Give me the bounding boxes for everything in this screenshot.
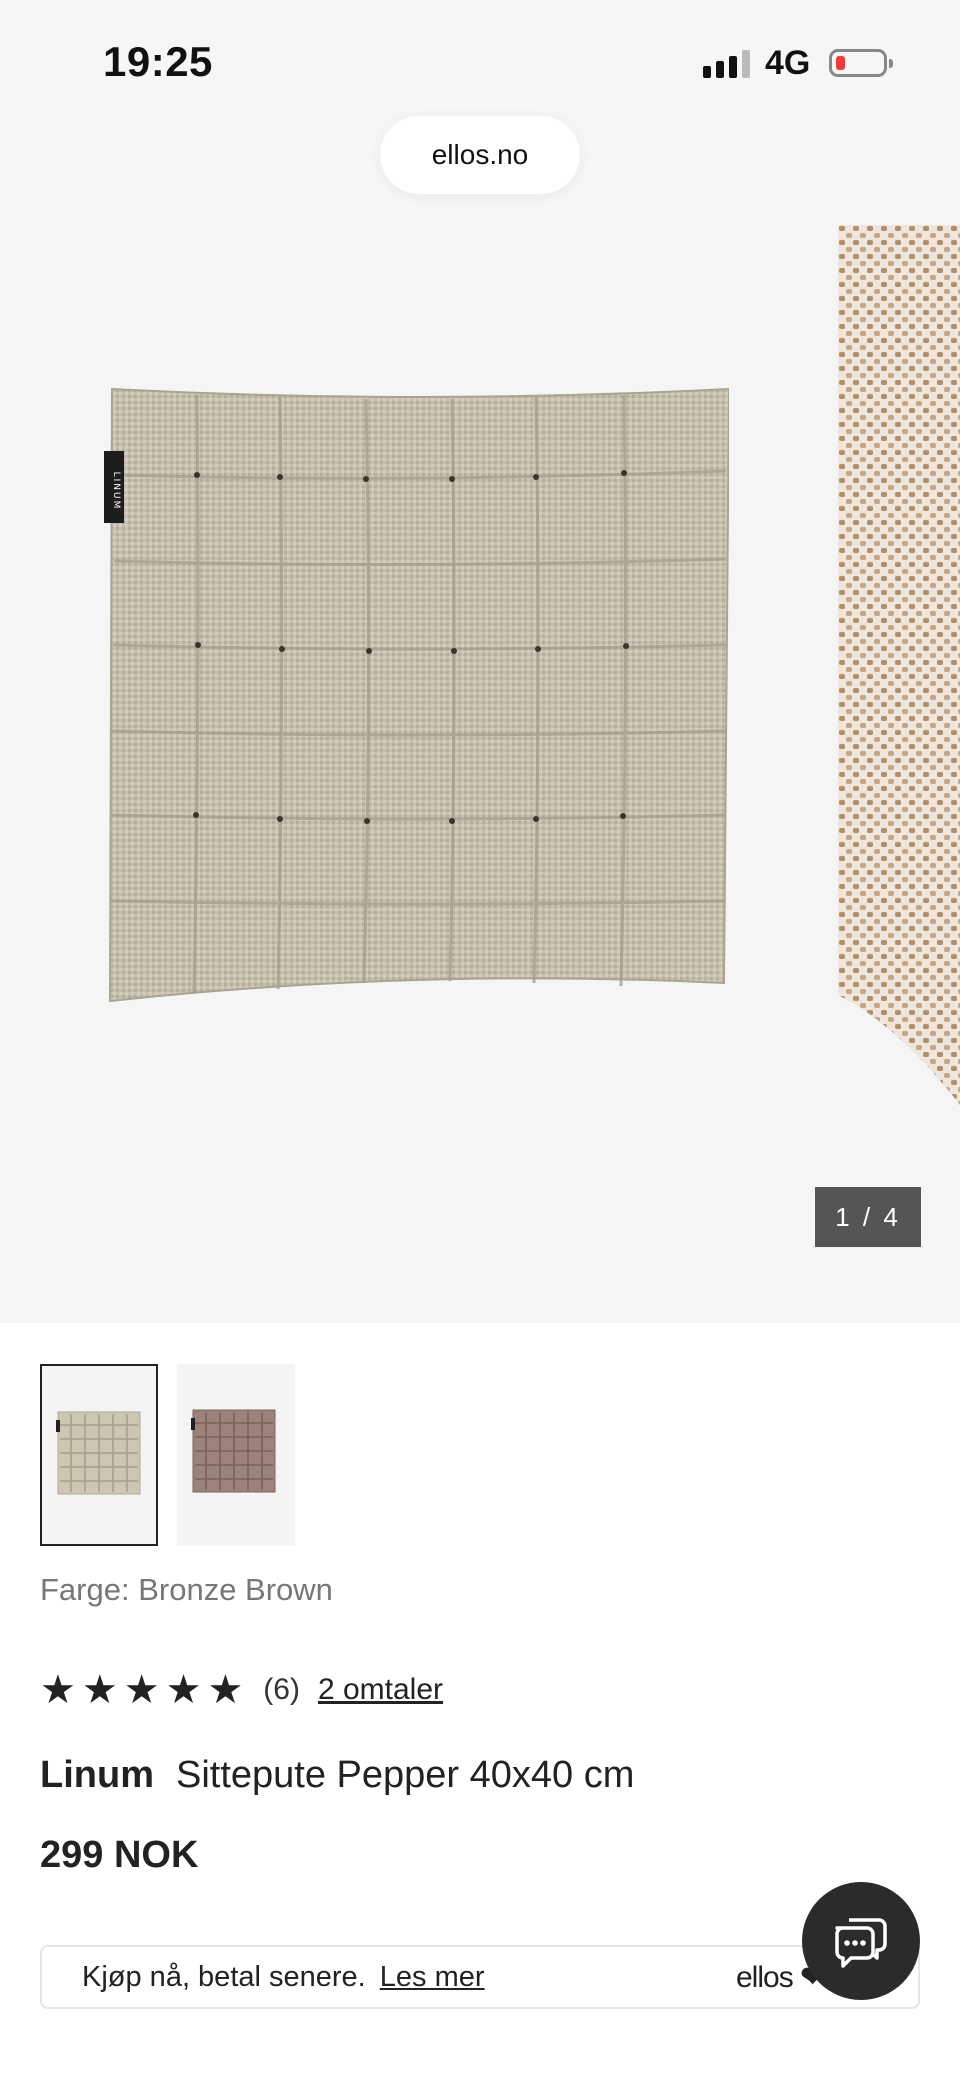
product-title: Linum Sittepute Pepper 40x40 cm [40,1754,634,1797]
battery-icon [829,49,893,77]
star-rating: ★ ★ ★ ★ ★ [40,1670,243,1710]
pay-later-message: Kjøp nå, betal senere. [82,1961,366,1993]
chat-bubble-icon [835,1918,887,1968]
product-image-gallery[interactable]: LINUM 1 / 4 [0,225,960,1323]
image-counter: 1 / 4 [815,1187,921,1247]
url-text: ellos.no [431,139,529,170]
status-time: 19:25 [103,38,213,85]
network-type: 4G [765,44,811,82]
pay-later-banner: Kjøp nå, betal senere. Les mer ellos ❤ [40,1945,920,2009]
cellular-signal-icon [703,50,750,78]
browser-top-bar: 19:25 4G ellos.no [0,0,960,225]
pay-later-text: Kjøp nå, betal senere. Les mer [82,1961,485,1994]
product-rating: ★ ★ ★ ★ ★ (6) 2 omtaler [40,1670,443,1710]
read-more-link[interactable]: Les mer [380,1961,485,1993]
thumbnail-image [191,1409,276,1493]
review-count: (6) [263,1673,300,1706]
next-image-preview[interactable] [838,225,960,1105]
thumbnail-image [56,1411,141,1495]
url-bar[interactable]: ellos.no [380,116,580,194]
color-label: Farge: Bronze Brown [40,1572,333,1607]
star-icon: ★ [40,1668,76,1712]
thumbnail-rose[interactable] [177,1364,295,1546]
product-main-image: LINUM [104,387,729,1003]
ellos-logo-text: ellos [736,1961,794,1994]
star-icon: ★ [81,1668,118,1712]
chat-button[interactable] [802,1882,920,2000]
reviews-link[interactable]: 2 omtaler [318,1673,443,1707]
star-icon: ★ [207,1668,244,1712]
product-brand[interactable]: Linum [40,1754,154,1796]
star-icon: ★ [123,1668,160,1712]
thumbnail-bronze-brown[interactable] [40,1364,158,1546]
product-price: 299 NOK [40,1834,199,1876]
brand-tag-text: LINUM [111,472,121,511]
star-icon: ★ [165,1668,202,1712]
product-name: Sittepute Pepper 40x40 cm [175,1754,635,1796]
